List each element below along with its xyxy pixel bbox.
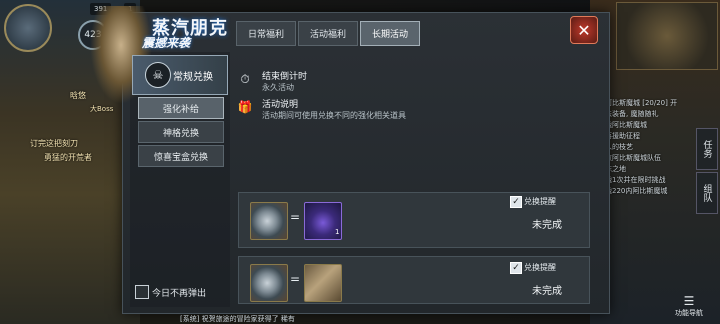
tab-event-welfare[interactable]: 活动福利 xyxy=(298,21,358,46)
chat-line: 挑战阿比斯魔城 xyxy=(598,121,647,129)
category-regular-exchange[interactable]: ☠ 常规兑换 xyxy=(132,55,228,95)
countdown-value: 永久活动 xyxy=(262,83,294,92)
sub-surprise-box-exchange[interactable]: 惊喜宝盒兑换 xyxy=(138,145,224,167)
quest-2[interactable]: 勇猛的开荒者 xyxy=(44,152,92,163)
dont-show-today-label: 今日不再弹出 xyxy=(152,289,207,299)
sub-enhance-supply[interactable]: 强化补给 xyxy=(138,97,224,119)
sub-divinity-exchange[interactable]: 神格兑换 xyxy=(138,121,224,143)
chat-line: 激战220内阿比斯魔城 xyxy=(598,187,668,195)
event-subtitle: 震撼来袭 xyxy=(142,36,191,50)
menu-icon: ☰ xyxy=(683,294,695,308)
dont-show-today-checkbox[interactable] xyxy=(135,285,149,299)
team-button[interactable]: 组队 xyxy=(696,172,718,214)
ore-icon[interactable] xyxy=(250,264,288,302)
hammer-icon[interactable] xyxy=(304,264,342,302)
countdown-label: 结束倒计时 xyxy=(262,72,308,82)
equals-sign: = xyxy=(290,272,301,286)
remind-label: 兑换提醒 xyxy=(524,263,556,272)
timer-icon: ⏱ xyxy=(240,71,250,86)
category-label: 常规兑换 xyxy=(173,72,213,83)
chat-line: 敌人的枝艺 xyxy=(598,143,633,151)
gift-icon: 🎁 xyxy=(237,100,253,114)
ore-icon[interactable] xyxy=(250,202,288,240)
nav-label: 功能导航 xyxy=(675,309,703,317)
close-icon[interactable]: ✕ xyxy=(570,16,598,44)
tab-long-term-event[interactable]: 长期活动 xyxy=(360,21,420,46)
exchange-status: 未完成 xyxy=(532,220,562,231)
quest-1[interactable]: 订完这把刻刀 xyxy=(30,138,78,149)
function-nav-button[interactable]: ☰ 功能导航 xyxy=(672,294,706,322)
remind-checkbox[interactable]: ✓ xyxy=(510,262,522,274)
remind-checkbox[interactable]: ✓ xyxy=(510,196,522,208)
system-chat-bar: [系统] 祝贺旅途的冒险家获得了 稀有 xyxy=(180,315,295,323)
chat-line: 击败阿比斯魔城队伍 xyxy=(598,154,661,162)
tab-daily-welfare[interactable]: 日常福利 xyxy=(236,21,296,46)
remind-label: 兑换提醒 xyxy=(524,197,556,206)
chat-log: 关阿比斯魔城 [20/20] 开 魔法装备, 魔随随礼 挑战阿比斯魔城 降落援助… xyxy=(598,98,678,197)
chat-line: 挑战1次并在限时挑战 xyxy=(598,176,666,184)
equals-sign: = xyxy=(290,210,301,224)
task-button[interactable]: 任务 xyxy=(696,128,718,170)
npc-title: 大Boss xyxy=(90,105,114,113)
npc-name: 晗悠 xyxy=(70,91,86,100)
minimap[interactable] xyxy=(616,2,718,70)
chat-line: 魔法装备, 魔随随礼 xyxy=(598,110,659,118)
chat-line: 关阿比斯魔城 [20/20] 开 xyxy=(598,99,678,107)
chat-line: 试炼之地 xyxy=(598,165,626,173)
item-quantity: 1 xyxy=(335,228,340,236)
chat-line: 降落援助征程 xyxy=(598,132,640,140)
description-label: 活动说明 xyxy=(262,100,299,110)
demon-mask-icon: ☠ xyxy=(145,62,171,88)
exchange-status: 未完成 xyxy=(532,286,562,297)
player-avatar[interactable] xyxy=(4,4,52,52)
description-value: 活动期间可使用兑换不同的强化相关道具 xyxy=(262,111,406,120)
